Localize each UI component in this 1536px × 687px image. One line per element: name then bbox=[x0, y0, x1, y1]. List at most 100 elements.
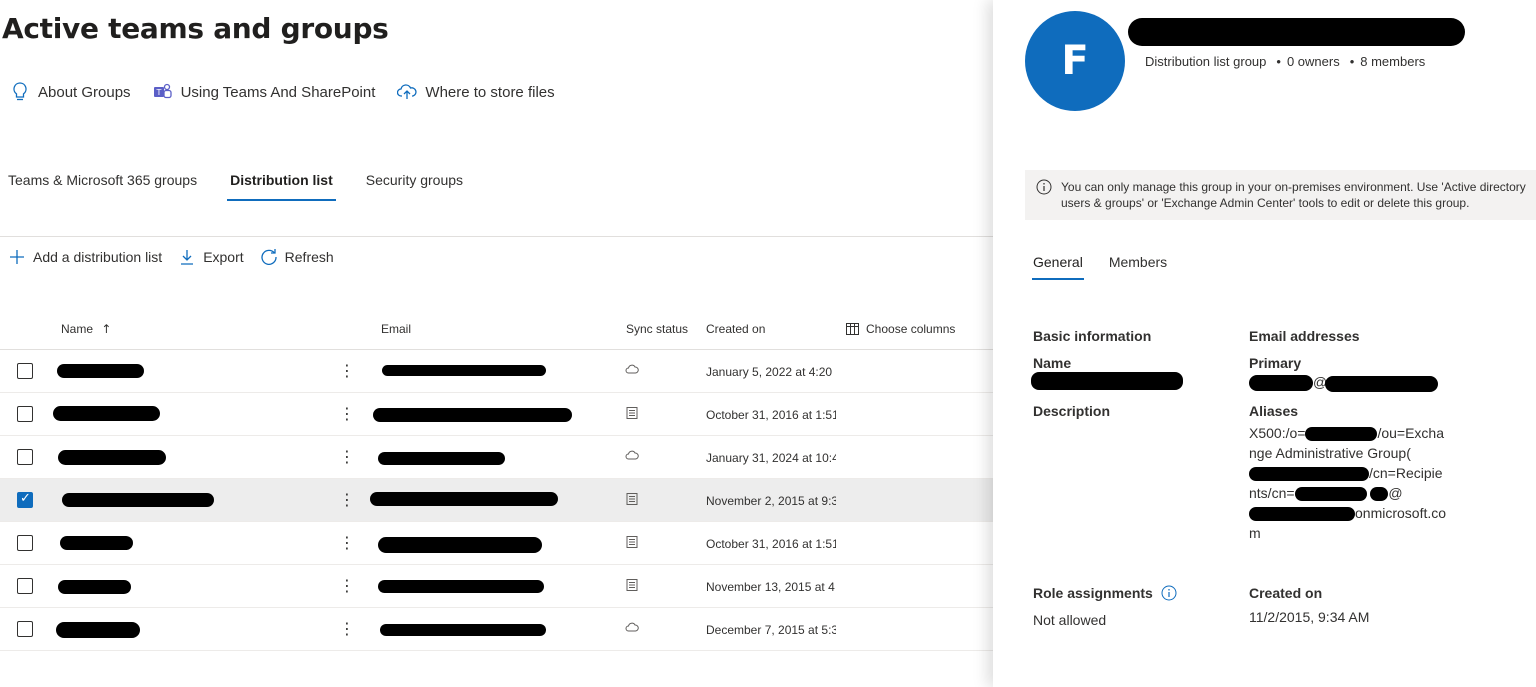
redacted-name bbox=[58, 580, 131, 594]
role-assignments-label: Role assignments bbox=[1033, 585, 1153, 601]
tab-teams-m365[interactable]: Teams & Microsoft 365 groups bbox=[8, 172, 197, 201]
table-row[interactable]: ⋮ October 31, 2016 at 1:51 bbox=[0, 393, 993, 436]
cloud-icon bbox=[625, 450, 639, 460]
table-row[interactable]: ⋮ November 13, 2015 at 4 bbox=[0, 565, 993, 608]
created-on: December 7, 2015 at 5:3 bbox=[706, 623, 836, 637]
more-options-icon[interactable]: ⋮ bbox=[339, 576, 355, 595]
refresh-label: Refresh bbox=[284, 249, 334, 265]
alias-part: X500:/o= bbox=[1249, 425, 1306, 441]
row-checkbox[interactable] bbox=[17, 535, 33, 551]
table-row[interactable]: ⋮ December 7, 2015 at 5:3 bbox=[0, 608, 993, 651]
info-icon[interactable] bbox=[1161, 585, 1177, 601]
members-count: 8 members bbox=[1360, 54, 1426, 69]
group-type: Distribution list group bbox=[1145, 54, 1267, 69]
alias-part: @ bbox=[1388, 485, 1403, 501]
redacted-name bbox=[62, 493, 214, 507]
tab-members[interactable]: Members bbox=[1109, 254, 1167, 280]
redacted-email bbox=[378, 452, 505, 465]
divider bbox=[0, 236, 993, 237]
separator-dot: • bbox=[1349, 54, 1355, 69]
row-checkbox[interactable] bbox=[17, 449, 33, 465]
sort-ascending-icon: ↑ bbox=[101, 322, 112, 336]
add-distribution-list-button[interactable]: Add a distribution list bbox=[8, 248, 162, 266]
info-icon bbox=[1036, 179, 1052, 195]
info-text: You can only manage this group in your o… bbox=[1061, 180, 1526, 210]
redacted-email bbox=[380, 624, 546, 636]
tab-distribution-list[interactable]: Distribution list bbox=[227, 172, 336, 201]
store-files-link[interactable]: Where to store files bbox=[397, 82, 555, 102]
group-details-panel: F Distribution list group • 0 owners • 8… bbox=[993, 0, 1536, 687]
column-email-header[interactable]: Email bbox=[381, 322, 411, 336]
teams-icon: T bbox=[153, 82, 173, 102]
table-row[interactable]: ⋮ January 5, 2022 at 4:20 P bbox=[0, 350, 993, 393]
aliases-value: X500:/o=/ou=Exchange Administrative Grou… bbox=[1249, 423, 1449, 543]
export-label: Export bbox=[203, 249, 244, 265]
more-options-icon[interactable]: ⋮ bbox=[339, 404, 355, 423]
group-summary: Distribution list group • 0 owners • 8 m… bbox=[1145, 54, 1425, 69]
tab-general[interactable]: General bbox=[1032, 254, 1084, 280]
row-checkbox[interactable] bbox=[17, 491, 33, 508]
table-row[interactable]: ⋮ October 31, 2016 at 1:51 bbox=[0, 522, 993, 565]
redacted-name bbox=[56, 622, 140, 638]
email-addresses-heading: Email addresses bbox=[1249, 328, 1360, 344]
on-premises-info-bar: You can only manage this group in your o… bbox=[1025, 170, 1536, 220]
lightbulb-icon bbox=[10, 82, 30, 102]
redacted-email bbox=[378, 537, 542, 553]
more-options-icon[interactable]: ⋮ bbox=[339, 490, 355, 509]
created-on: October 31, 2016 at 1:51 bbox=[706, 408, 836, 422]
row-checkbox[interactable] bbox=[17, 578, 33, 594]
more-options-icon[interactable]: ⋮ bbox=[339, 447, 355, 466]
teams-sharepoint-label: Using Teams And SharePoint bbox=[180, 83, 376, 101]
redacted-alias-segment bbox=[1249, 507, 1355, 522]
on-premises-icon bbox=[626, 407, 638, 419]
cloud-icon bbox=[625, 622, 639, 632]
row-checkbox[interactable] bbox=[17, 406, 33, 422]
on-premises-icon bbox=[626, 579, 638, 591]
row-checkbox[interactable] bbox=[17, 621, 33, 637]
created-on: January 31, 2024 at 10:4 bbox=[706, 451, 836, 465]
redacted-alias-segment bbox=[1305, 427, 1378, 442]
column-name-header[interactable]: Name ↑ bbox=[61, 322, 111, 336]
panel-tabs: General Members bbox=[1032, 254, 1193, 280]
name-label: Name bbox=[1033, 355, 1072, 371]
row-checkbox[interactable] bbox=[17, 363, 33, 379]
basic-information-heading: Basic information bbox=[1033, 328, 1152, 344]
table-row[interactable]: ⋮ January 31, 2024 at 10:4 bbox=[0, 436, 993, 479]
table-row[interactable]: ⋮ November 2, 2015 at 9:3 bbox=[0, 479, 993, 522]
description-label: Description bbox=[1033, 403, 1111, 419]
about-groups-label: About Groups bbox=[38, 83, 131, 101]
about-groups-link[interactable]: About Groups bbox=[10, 82, 131, 102]
redacted-email bbox=[378, 580, 544, 593]
redacted-primary-user bbox=[1249, 375, 1313, 391]
choose-columns-button[interactable]: Choose columns bbox=[846, 322, 955, 336]
column-name-label: Name bbox=[61, 322, 94, 336]
group-avatar: F bbox=[1025, 11, 1125, 111]
svg-text:T: T bbox=[155, 88, 161, 97]
help-links: About Groups T Using Teams And SharePoin… bbox=[10, 82, 577, 102]
redacted-email bbox=[370, 492, 558, 506]
column-created-header[interactable]: Created on bbox=[706, 322, 765, 336]
created-on: November 2, 2015 at 9:3 bbox=[706, 494, 836, 508]
created-on-heading: Created on bbox=[1249, 585, 1323, 601]
redacted-alias-segment bbox=[1249, 467, 1369, 482]
redacted-email bbox=[373, 408, 572, 422]
redacted-name bbox=[60, 536, 133, 550]
created-on-value: 11/2/2015, 9:34 AM bbox=[1249, 609, 1370, 625]
created-on: November 13, 2015 at 4 bbox=[706, 580, 835, 594]
on-premises-icon bbox=[626, 493, 638, 505]
separator-dot: • bbox=[1276, 54, 1281, 69]
teams-sharepoint-link[interactable]: T Using Teams And SharePoint bbox=[153, 82, 376, 102]
role-assignments-heading: Role assignments bbox=[1033, 585, 1177, 601]
refresh-button[interactable]: Refresh bbox=[260, 248, 334, 266]
aliases-label: Aliases bbox=[1249, 403, 1299, 419]
redacted-name bbox=[58, 450, 166, 465]
more-options-icon[interactable]: ⋮ bbox=[339, 361, 355, 380]
more-options-icon[interactable]: ⋮ bbox=[339, 619, 355, 638]
refresh-icon bbox=[260, 248, 278, 266]
column-sync-header[interactable]: Sync status bbox=[626, 322, 688, 336]
primary-label: Primary bbox=[1249, 355, 1302, 371]
add-distribution-list-label: Add a distribution list bbox=[33, 249, 163, 265]
export-button[interactable]: Export bbox=[178, 248, 244, 266]
tab-security-groups[interactable]: Security groups bbox=[366, 172, 463, 201]
more-options-icon[interactable]: ⋮ bbox=[339, 533, 355, 552]
